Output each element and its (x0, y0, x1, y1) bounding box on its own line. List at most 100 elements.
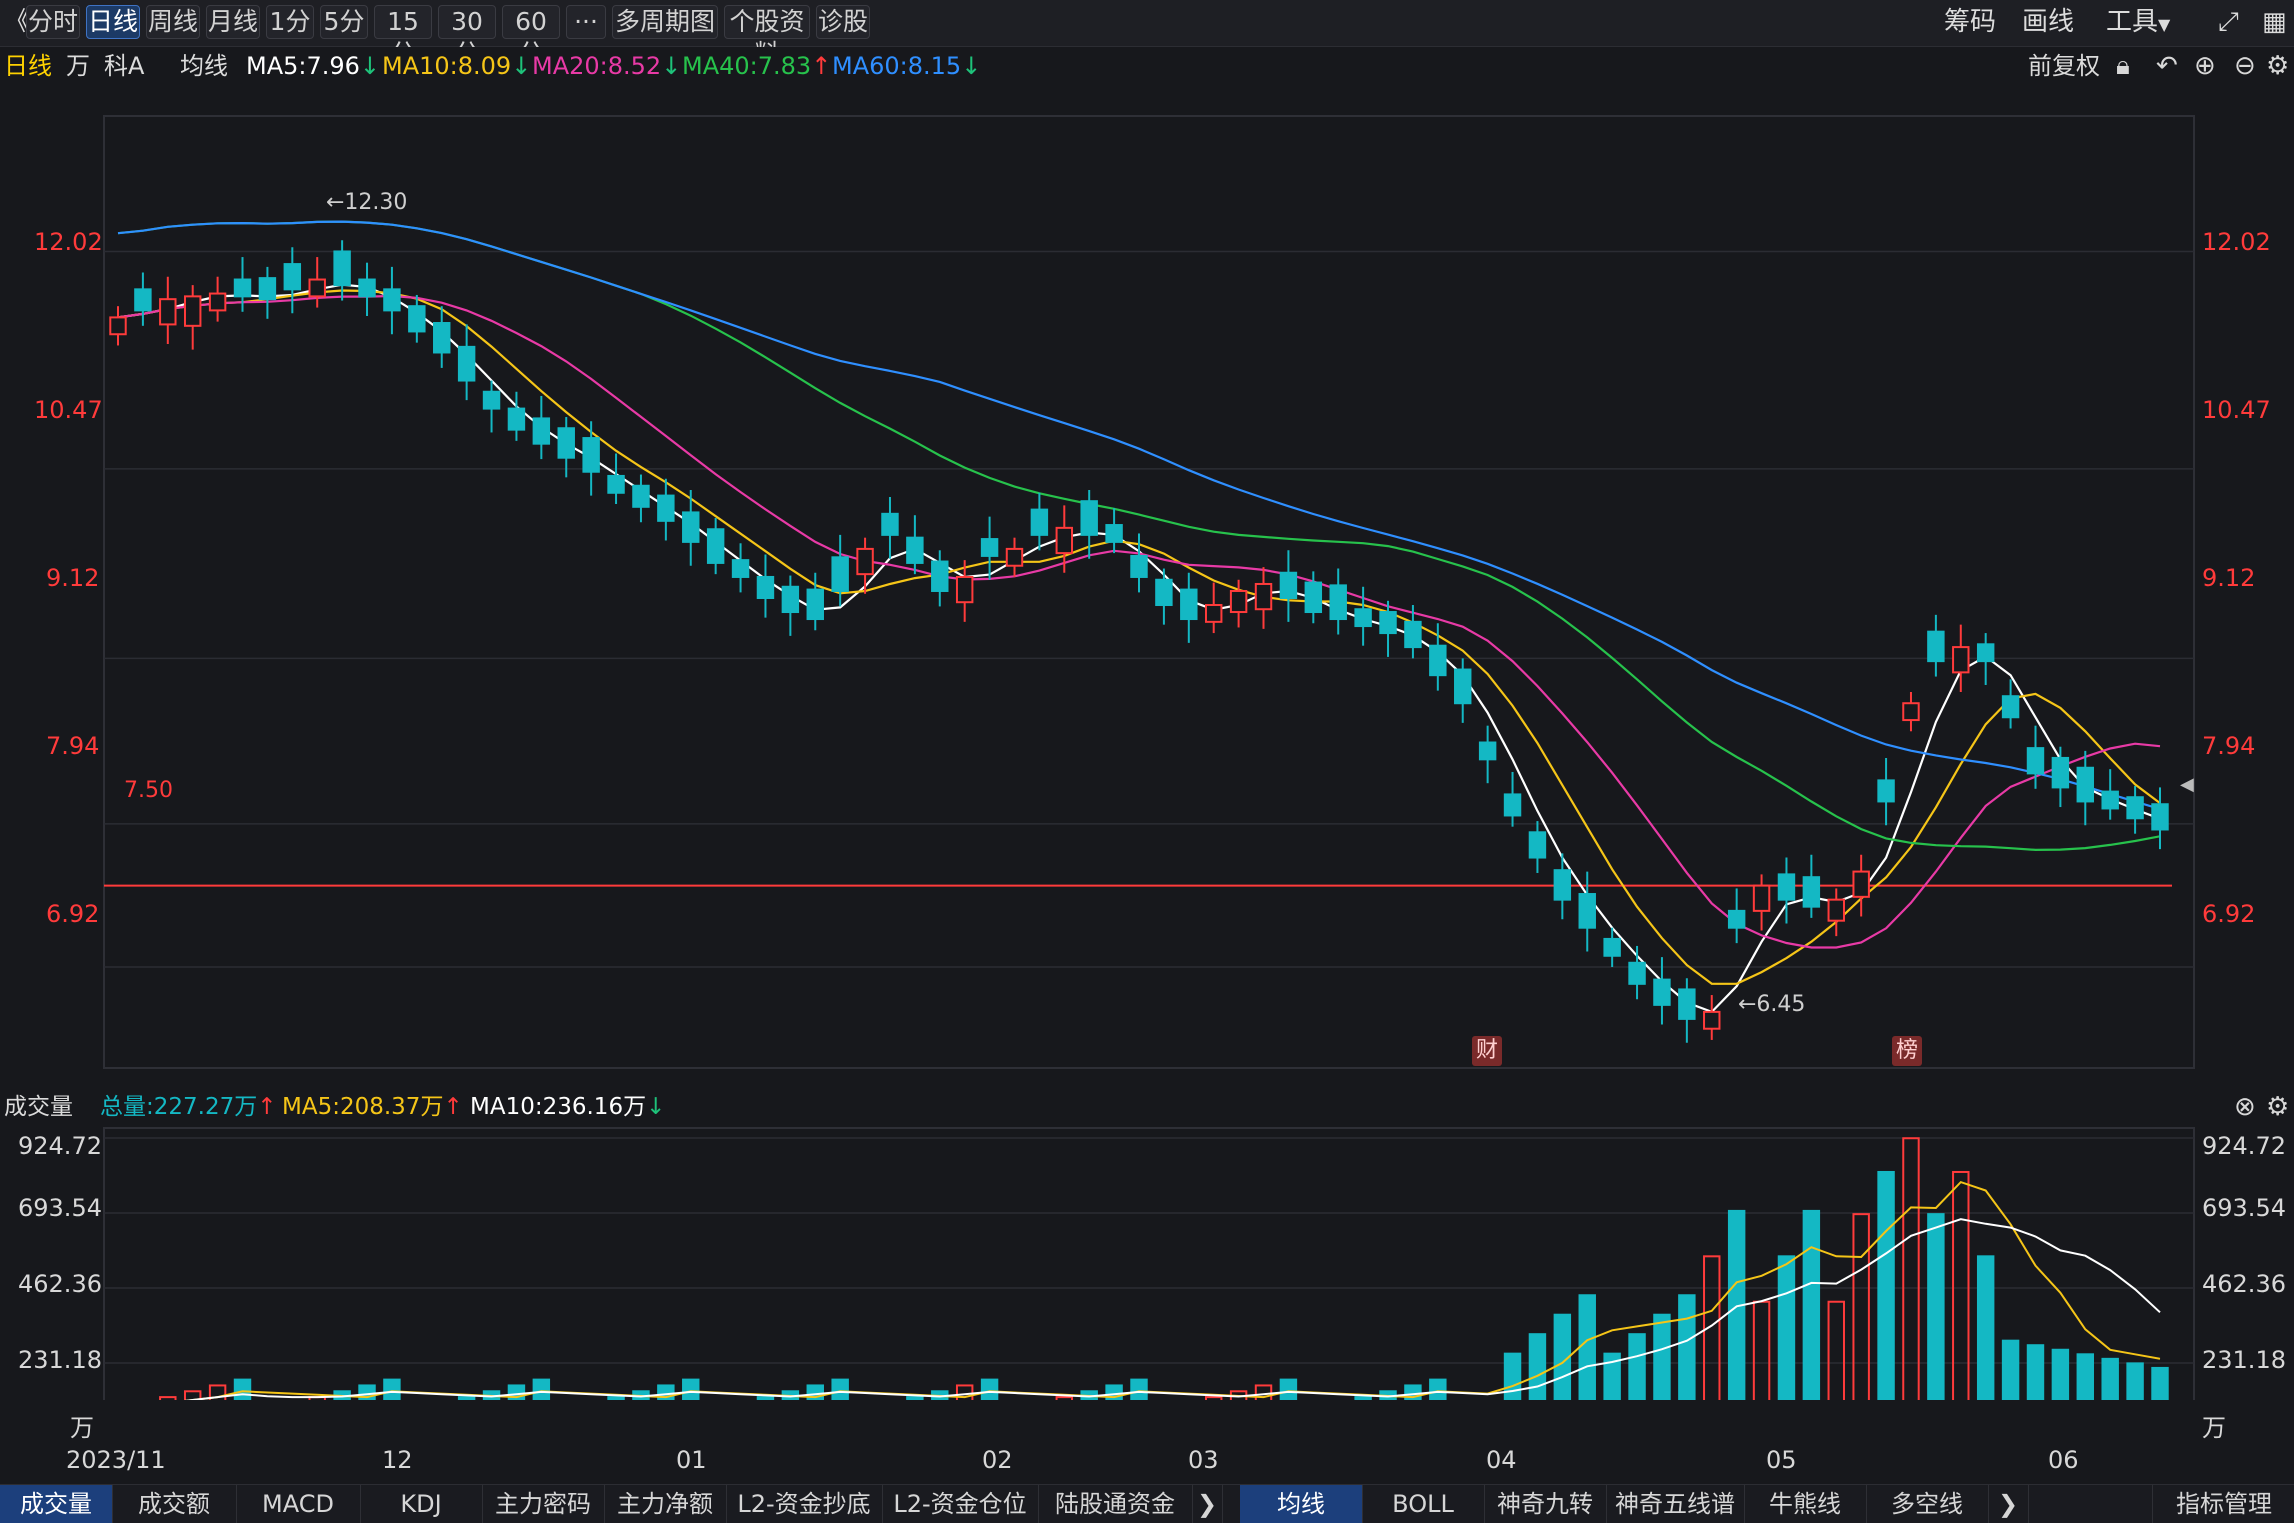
volume-bar (1802, 1209, 1821, 1400)
volume-bar (159, 1396, 177, 1400)
volume-bar (1927, 1213, 1945, 1400)
candlestick (383, 266, 401, 335)
volume-unit-left: 万 (70, 1414, 94, 1442)
candle-body (1727, 909, 1746, 929)
volume-bar (1503, 1352, 1522, 1400)
volume-bar (2151, 1366, 2169, 1400)
tab-macd[interactable]: MACD (236, 1485, 361, 1523)
candle-body (159, 298, 177, 326)
volume-bar (1279, 1378, 1298, 1400)
candle-body (1304, 581, 1323, 614)
tab-five-lines[interactable]: 神奇五线谱 (1606, 1485, 1745, 1523)
volume-legend: 成交量 总量:227.27万↑ MA5:208.37万↑ MA10:236.16… (0, 1088, 2294, 1124)
settings-icon[interactable]: ⚙ (2266, 1092, 2289, 1122)
candlestick (1454, 658, 1472, 723)
close-icon[interactable]: ⊗ (2234, 1092, 2256, 1122)
candle-body (2076, 766, 2095, 803)
volume-bar (1130, 1378, 1148, 1400)
volume-tick-right: 693.54 (2202, 1194, 2286, 1222)
tab-main-net[interactable]: 主力净额 (604, 1485, 727, 1523)
candle-body (358, 278, 376, 298)
candlestick (1703, 995, 1721, 1040)
volume-ma5: MA5:208.37万↑ (282, 1094, 463, 1120)
candle-body (1379, 611, 1397, 635)
indicator-manage-button[interactable]: 指标管理 (2152, 1485, 2294, 1523)
x-tick: 01 (676, 1446, 707, 1474)
candle-body (208, 292, 227, 312)
candle-body (1254, 582, 1273, 611)
candlestick (308, 257, 326, 308)
ma5-line (117, 283, 2161, 1014)
candle-body (1678, 988, 1696, 1020)
candlestick (980, 516, 999, 580)
candle-body (233, 278, 252, 298)
candlestick (781, 575, 800, 636)
tab-boll[interactable]: BOLL (1362, 1485, 1485, 1523)
candlestick (881, 496, 899, 559)
candle-body (1952, 646, 1970, 674)
volume-bar (457, 1396, 476, 1400)
volume-tick-left: 231.18 (18, 1346, 102, 1374)
candlestick (1902, 692, 1920, 732)
tab-hk-connect[interactable]: 陆股通资金 (1038, 1485, 1193, 1523)
volume-bar (2026, 1344, 2045, 1400)
tab-ma[interactable]: 均线 (1240, 1485, 1363, 1523)
volume-bar (1628, 1333, 1646, 1400)
candle-body (183, 295, 202, 327)
tab-l2-bottom[interactable]: L2-资金抄底 (726, 1485, 883, 1523)
candle-body (258, 277, 277, 301)
candlestick (906, 515, 924, 575)
ranking-tag[interactable]: 榜 (1892, 1036, 1922, 1066)
volume-tick-left: 462.36 (18, 1270, 102, 1298)
volume-bar (1777, 1255, 1796, 1400)
candlestick (1055, 505, 1074, 573)
candle-body (1877, 779, 1895, 803)
current-price-marker: ◀ (2180, 774, 2194, 795)
candle-body (1603, 937, 1621, 957)
finance-tag[interactable]: 财 (1472, 1036, 1502, 1066)
volume-bar (906, 1396, 924, 1400)
price-tick-right: 6.92 (2202, 900, 2256, 928)
candle-body (1703, 1010, 1721, 1030)
volume-bar (1055, 1396, 1074, 1400)
candle-body (2126, 796, 2144, 820)
candle-body (1628, 961, 1646, 985)
chevron-right-icon[interactable]: ❯ (1192, 1485, 1223, 1523)
volume-bar (980, 1378, 999, 1400)
candlestick (1827, 888, 1845, 937)
volume-title: 成交量 (4, 1094, 73, 1120)
candlestick (1105, 508, 1123, 554)
candle-body (1478, 741, 1497, 761)
price-tick-right: 12.02 (2202, 228, 2271, 256)
tab-main-code[interactable]: 主力密码 (482, 1485, 605, 1523)
candle-body (1105, 524, 1123, 543)
candle-body (931, 560, 949, 592)
candlestick (1752, 874, 1771, 931)
tab-turnover[interactable]: 成交额 (112, 1485, 237, 1523)
volume-bar (1752, 1300, 1771, 1400)
candle-body (2051, 756, 2070, 789)
tab-td9[interactable]: 神奇九转 (1484, 1485, 1607, 1523)
tab-bull-bear[interactable]: 牛熊线 (1744, 1485, 1867, 1523)
price-tick-left: 10.47 (34, 396, 103, 424)
candle-body (2151, 803, 2169, 831)
candlestick (856, 537, 874, 594)
candle-body (1155, 578, 1173, 607)
x-tick: 02 (982, 1446, 1013, 1474)
tab-long-short[interactable]: 多空线 (1866, 1485, 1989, 1523)
candlestick (706, 518, 725, 575)
tab-l2-position[interactable]: L2-资金仓位 (882, 1485, 1039, 1523)
x-tick: 06 (2048, 1446, 2079, 1474)
candlestick (2151, 787, 2169, 850)
candle-body (1204, 604, 1223, 623)
tab-kdj[interactable]: KDJ (360, 1485, 483, 1523)
volume-bar (607, 1396, 625, 1400)
volume-tick-left: 693.54 (18, 1194, 102, 1222)
candlestick (1130, 533, 1148, 593)
chevron-right-icon[interactable]: ❯ (1988, 1485, 2029, 1523)
volume-bar (1827, 1300, 1845, 1400)
candlestick (482, 380, 501, 433)
x-tick: 12 (382, 1446, 413, 1474)
volume-bar (1653, 1313, 1671, 1400)
tab-volume[interactable]: 成交量 (0, 1485, 113, 1523)
